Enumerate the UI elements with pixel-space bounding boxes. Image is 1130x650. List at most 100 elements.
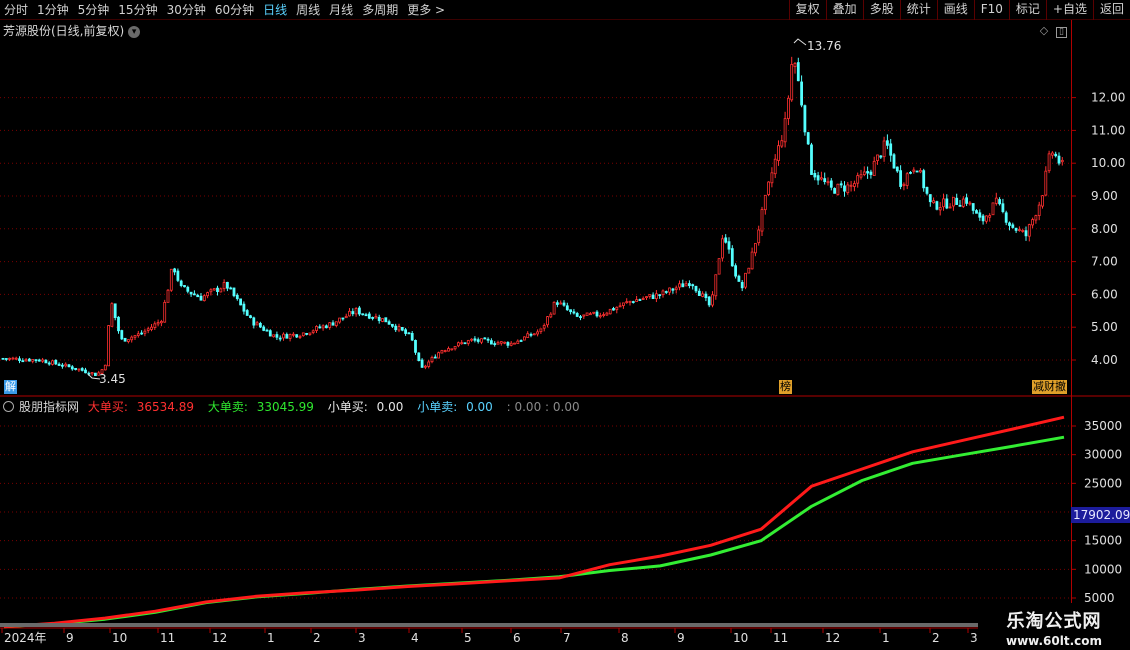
candle-body-263 xyxy=(869,171,873,175)
candle-body-153 xyxy=(506,342,510,346)
candle-body-24 xyxy=(80,368,84,371)
volume-baseline xyxy=(0,623,978,627)
candle-body-302 xyxy=(998,199,1001,205)
candle-body-214 xyxy=(707,296,711,306)
candle-body-258 xyxy=(853,183,856,187)
candle-body-125 xyxy=(414,340,417,353)
indicator-settings-icon[interactable] xyxy=(3,401,14,412)
ind-tick-label-0: 35000 xyxy=(1084,419,1122,433)
candle-body-243 xyxy=(803,105,807,133)
candle-body-156 xyxy=(516,340,520,344)
candle-body-84 xyxy=(278,337,282,340)
price-tick-label-2: 10.00 xyxy=(1091,156,1125,170)
candle-body-209 xyxy=(691,284,695,287)
event-badge-right[interactable]: 减财撤 xyxy=(1032,380,1067,394)
candle-body-12 xyxy=(41,359,44,362)
candle-body-212 xyxy=(701,293,704,297)
candle-body-290 xyxy=(958,204,962,207)
candle-body-48 xyxy=(159,321,163,324)
candle-body-65 xyxy=(216,287,219,293)
candle-body-194 xyxy=(641,298,645,300)
candle-body-136 xyxy=(450,348,454,351)
candle-body-51 xyxy=(169,268,173,291)
candle-body-182 xyxy=(602,314,605,316)
candle-body-227 xyxy=(750,251,754,270)
candle-body-237 xyxy=(783,118,787,143)
candle-body-294 xyxy=(971,203,975,211)
x-tick-label-18: 2 xyxy=(932,631,940,645)
candle-body-321 xyxy=(1060,159,1064,163)
candle-body-54 xyxy=(179,280,183,286)
candle-body-190 xyxy=(628,300,632,303)
x-tick-label-11: 7 xyxy=(563,631,571,645)
candle-body-299 xyxy=(988,215,992,218)
candle-body-201 xyxy=(664,291,668,293)
candle-body-229 xyxy=(757,229,761,244)
high-price-label: 13.76 xyxy=(807,39,841,53)
price-tick-label-4: 8.00 xyxy=(1091,222,1118,236)
candle-body-44 xyxy=(146,328,150,331)
candle-body-308 xyxy=(1018,229,1021,231)
x-tick-label-8: 4 xyxy=(411,631,419,645)
event-badge-left[interactable]: 解 xyxy=(4,380,17,394)
candle-body-8 xyxy=(27,358,31,362)
crosshair-value-box: 17902.09 xyxy=(1071,507,1130,523)
candle-body-43 xyxy=(143,330,147,334)
candle-body-147 xyxy=(486,338,490,341)
candle-body-184 xyxy=(608,308,612,315)
candle-body-35 xyxy=(117,316,120,332)
candle-body-180 xyxy=(595,311,599,317)
candle-body-5 xyxy=(18,358,21,362)
small-buy-label: 小单买: 0.00 xyxy=(327,400,404,414)
candle-body-80 xyxy=(265,329,269,332)
candle-body-287 xyxy=(948,206,952,209)
price-tick-label-0: 12.00 xyxy=(1091,91,1125,105)
candle-body-38 xyxy=(127,339,130,342)
candle-body-88 xyxy=(291,333,295,336)
candle-body-110 xyxy=(364,314,368,317)
candle-body-187 xyxy=(618,305,622,308)
candle-body-318 xyxy=(1051,152,1054,156)
candle-body-0 xyxy=(1,357,5,360)
candle-body-280 xyxy=(925,186,929,194)
candle-body-61 xyxy=(202,295,206,302)
candle-body-225 xyxy=(744,272,747,288)
candle-body-298 xyxy=(985,215,988,222)
candle-body-206 xyxy=(681,283,685,288)
ind-tick-label-2: 25000 xyxy=(1084,476,1122,490)
candle-body-112 xyxy=(371,317,375,319)
candle-body-27 xyxy=(90,372,94,375)
candle-body-109 xyxy=(361,313,365,316)
candle-body-314 xyxy=(1037,204,1041,216)
candle-body-18 xyxy=(61,364,64,367)
candle-body-116 xyxy=(384,317,388,323)
candle-body-162 xyxy=(536,331,539,335)
event-badge-mid[interactable]: 榜 xyxy=(779,380,792,394)
candle-body-199 xyxy=(658,294,662,297)
candle-body-140 xyxy=(463,342,467,345)
candle-body-311 xyxy=(1027,224,1031,237)
candle-body-50 xyxy=(166,289,170,303)
candle-body-231 xyxy=(763,194,767,211)
x-tick-label-2: 10 xyxy=(112,631,127,645)
candle-body-259 xyxy=(856,175,860,184)
candle-body-254 xyxy=(839,183,843,186)
candle-body-222 xyxy=(734,265,737,277)
candle-body-39 xyxy=(130,336,134,341)
watermark-url: www.60lt.com xyxy=(1005,634,1103,648)
candle-body-63 xyxy=(209,289,213,293)
candle-body-175 xyxy=(579,316,582,319)
x-tick-label-5: 1 xyxy=(267,631,275,645)
kline-chart[interactable]: 12.00 11.00 10.00 9.00 8.00 7.00 6.00 5.00 4.00 3… xyxy=(0,0,1130,650)
candle-body-320 xyxy=(1057,155,1061,164)
candle-body-16 xyxy=(54,359,58,365)
candle-body-79 xyxy=(262,326,266,331)
candle-body-115 xyxy=(381,318,384,322)
candle-body-157 xyxy=(519,340,523,342)
candle-body-22 xyxy=(74,367,77,370)
candle-body-241 xyxy=(796,62,800,82)
x-tick-label-17: 1 xyxy=(882,631,890,645)
candle-body-135 xyxy=(447,348,450,352)
candle-body-218 xyxy=(721,238,724,259)
candle-body-232 xyxy=(767,181,770,195)
